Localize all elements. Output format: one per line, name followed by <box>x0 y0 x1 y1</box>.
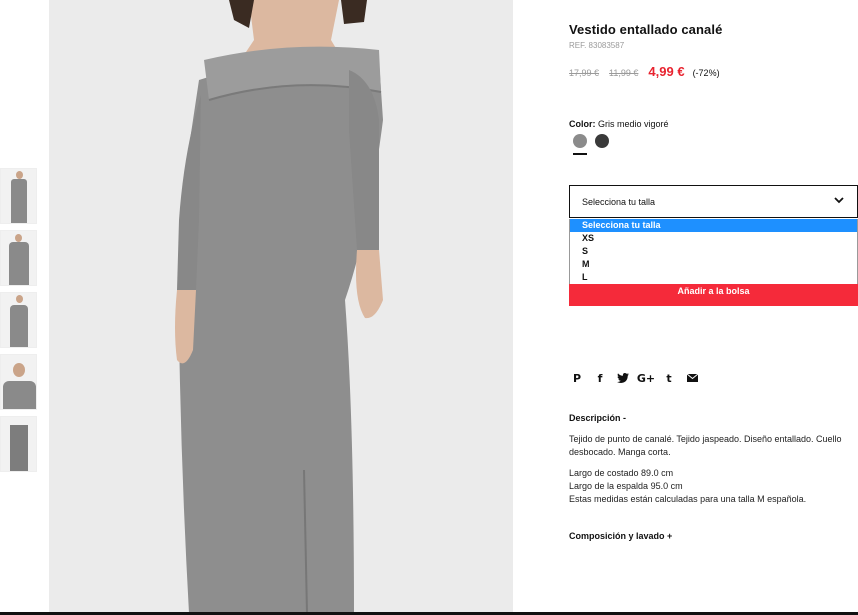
product-main-image[interactable] <box>49 0 513 613</box>
size-option-xs[interactable]: XS <box>570 232 857 245</box>
product-ref: REF. 83083587 <box>569 41 625 50</box>
thumbnail-3[interactable] <box>0 292 37 348</box>
google-plus-icon[interactable]: G+ <box>637 371 655 385</box>
color-label: Color: <box>569 119 596 129</box>
original-price: 17,99 € <box>569 68 600 78</box>
tumblr-icon[interactable]: t <box>661 371 677 385</box>
pinterest-icon[interactable]: P <box>569 371 585 385</box>
color-swatch-grey[interactable] <box>573 134 587 148</box>
description-toggle[interactable]: Descripción - <box>569 413 626 423</box>
thumbnail-4[interactable] <box>0 354 37 410</box>
facebook-icon[interactable]: f <box>592 371 608 385</box>
size-option-l[interactable]: L <box>570 271 857 284</box>
chevron-down-icon <box>834 197 844 204</box>
size-select[interactable]: Selecciona tu talla <box>569 185 858 218</box>
thumbnail-2[interactable] <box>0 230 37 286</box>
measure-back-length: Largo de la espalda 95.0 cm <box>569 481 683 491</box>
selected-swatch-indicator <box>573 153 587 155</box>
size-dropdown: Selecciona tu talla XS S M L <box>569 219 858 285</box>
size-option-placeholder[interactable]: Selecciona tu talla <box>570 219 857 232</box>
current-price: 4,99 € <box>648 64 685 79</box>
size-select-value: Selecciona tu talla <box>582 197 656 207</box>
composition-toggle[interactable]: Composición y lavado + <box>569 531 672 541</box>
discount-badge: (-72%) <box>692 68 720 78</box>
previous-price: 11,99 € <box>609 68 639 78</box>
color-swatch-dark[interactable] <box>595 134 609 148</box>
description-text: Tejido de punto de canalé. Tejido jaspea… <box>569 434 842 457</box>
share-icons: P f G+ t <box>569 371 707 385</box>
price-row: 17,99 € 11,99 € 4,99 € (-72%) <box>569 64 720 79</box>
thumbnail-list <box>0 168 38 478</box>
size-option-s[interactable]: S <box>570 245 857 258</box>
model-illustration <box>175 0 383 613</box>
measure-note: Estas medidas están calculadas para una … <box>569 494 807 504</box>
email-icon[interactable] <box>684 371 700 385</box>
measure-side-length: Largo de costado 89.0 cm <box>569 468 674 478</box>
color-value: Gris medio vigoré <box>598 119 669 129</box>
twitter-icon[interactable] <box>615 371 631 385</box>
color-label-row: Color: Gris medio vigoré <box>569 119 669 129</box>
measurements: Largo de costado 89.0 cm Largo de la esp… <box>569 467 858 506</box>
thumbnail-1[interactable] <box>0 168 37 224</box>
product-title: Vestido entallado canalé <box>569 22 723 37</box>
size-option-m[interactable]: M <box>570 258 857 271</box>
thumbnail-5[interactable] <box>0 416 37 472</box>
add-to-bag-button[interactable]: Añadir a la bolsa <box>569 284 858 306</box>
